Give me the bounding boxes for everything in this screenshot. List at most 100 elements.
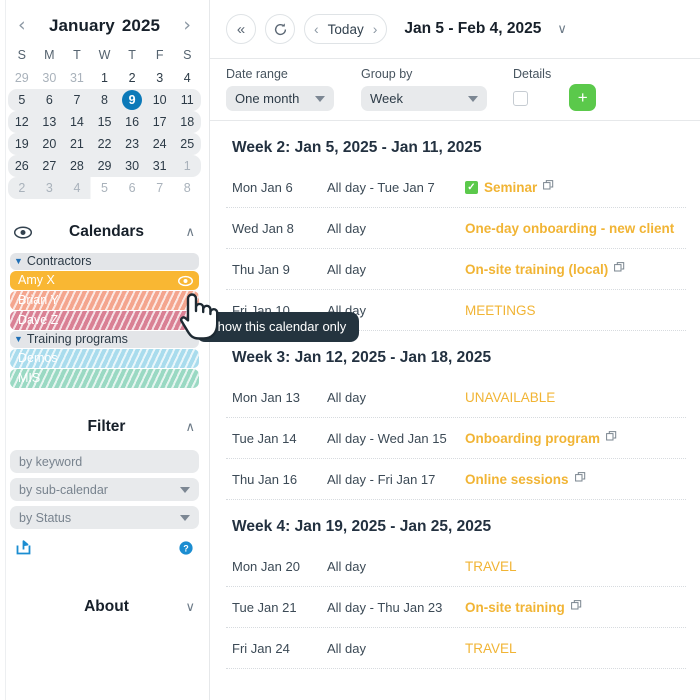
mini-calendar-day[interactable]: 21: [63, 133, 91, 155]
mini-calendar-day[interactable]: 1: [173, 155, 201, 177]
mini-calendar-day[interactable]: 27: [36, 155, 64, 177]
date-range-chevron-icon[interactable]: ∨: [557, 21, 567, 37]
mini-calendar-day[interactable]: 18: [173, 111, 201, 133]
filter-keyword-input[interactable]: by keyword: [10, 450, 199, 473]
mini-calendar-day[interactable]: 10: [146, 89, 174, 111]
today-navigation-group[interactable]: ‹ Today ›: [304, 14, 388, 44]
mini-calendar-day[interactable]: 12: [8, 111, 36, 133]
mini-calendar-day[interactable]: 6: [118, 177, 146, 199]
mini-calendar-day[interactable]: 29: [91, 155, 119, 177]
mini-calendar-day[interactable]: 2: [118, 67, 146, 89]
agenda-event-row[interactable]: Wed Jan 8 All day One-day onboarding - new…: [226, 208, 686, 249]
mini-calendar-day[interactable]: 15: [91, 111, 119, 133]
mini-calendar-day[interactable]: 26: [8, 155, 36, 177]
mini-calendar-day[interactable]: 29: [8, 67, 36, 89]
mini-calendar-day[interactable]: 30: [36, 67, 64, 89]
mini-calendar-day[interactable]: 5: [8, 89, 36, 111]
chevron-up-icon-filter[interactable]: ∧: [177, 419, 195, 435]
event-title[interactable]: On-site training (local): [465, 262, 625, 277]
calendar-group-header[interactable]: ▼ Training programs: [10, 331, 199, 348]
today-button[interactable]: Today: [328, 22, 364, 37]
event-title[interactable]: Onboarding program: [465, 431, 617, 446]
calendars-section-header[interactable]: Calendars ∧: [0, 215, 209, 249]
event-title[interactable]: One-day onboarding - new client: [465, 221, 674, 236]
mini-calendar-day[interactable]: 13: [36, 111, 64, 133]
prev-period-button[interactable]: ‹: [314, 21, 319, 37]
group-by-control: Group by Week: [361, 67, 487, 111]
event-title[interactable]: TRAVEL: [465, 641, 517, 656]
mini-calendar-day[interactable]: 6: [36, 89, 64, 111]
calendar-item[interactable]: Demos: [10, 349, 199, 368]
agenda-event-row[interactable]: Tue Jan 14 All day - Wed Jan 15 Onboarding…: [226, 418, 686, 459]
calendar-item[interactable]: Amy X: [10, 271, 199, 290]
date-range-select[interactable]: One month: [226, 86, 334, 111]
mini-calendar-day[interactable]: 24: [146, 133, 174, 155]
agenda-event-row[interactable]: Mon Jan 13 All day UNAVAILABLE: [226, 377, 686, 418]
mini-calendar-day[interactable]: 25: [173, 133, 201, 155]
mini-calendar-day[interactable]: 4: [63, 177, 91, 199]
agenda-event-row[interactable]: Tue Jan 21 All day - Thu Jan 23 On-site tr…: [226, 587, 686, 628]
eye-icon[interactable]: [14, 225, 36, 239]
mini-calendar-day[interactable]: 7: [146, 177, 174, 199]
mini-calendar-day[interactable]: 31: [63, 67, 91, 89]
mini-calendar-day-selected[interactable]: 9: [118, 89, 146, 111]
share-icon[interactable]: [16, 540, 32, 560]
chevron-up-icon[interactable]: ∧: [177, 224, 195, 240]
sidebar: ‹ January 2025 › SMTWTFS 29 30 31 1 2 3 4 5 6 7 8 9 1…: [0, 0, 210, 700]
calendar-item[interactable]: Dave Z: [10, 311, 199, 330]
calendar-group-header[interactable]: ▼ Contractors: [10, 253, 199, 270]
mini-calendar-day[interactable]: 20: [36, 133, 64, 155]
details-checkbox[interactable]: [513, 91, 528, 106]
event-title[interactable]: UNAVAILABLE: [465, 390, 555, 405]
agenda-event-row[interactable]: Thu Jan 16 All day - Fri Jan 17 Online ses…: [226, 459, 686, 500]
filter-subcalendar-select[interactable]: by sub-calendar: [10, 478, 199, 501]
event-title[interactable]: TRAVEL: [465, 559, 517, 574]
calendar-visibility-eye-icon[interactable]: [178, 275, 193, 286]
mini-calendar-prev-button[interactable]: ‹: [12, 14, 32, 37]
details-label: Details: [513, 67, 552, 81]
mini-calendar-day[interactable]: 19: [8, 133, 36, 155]
chevron-down-icon-about[interactable]: ∨: [177, 599, 195, 615]
filter-status-select[interactable]: by Status: [10, 506, 199, 529]
mini-calendar-dow: T: [73, 48, 81, 62]
about-section-header[interactable]: About ∨: [0, 590, 209, 624]
mini-calendar-day[interactable]: 8: [173, 177, 201, 199]
mini-calendar-day[interactable]: 7: [63, 89, 91, 111]
event-title[interactable]: On-site training: [465, 600, 582, 615]
event-title[interactable]: ✓ Seminar: [465, 180, 554, 195]
mini-calendar-day[interactable]: 1: [91, 67, 119, 89]
mini-calendar-day[interactable]: 30: [118, 155, 146, 177]
mini-calendar-day[interactable]: 14: [63, 111, 91, 133]
agenda-event-row[interactable]: Fri Jan 24 All day TRAVEL: [226, 628, 686, 669]
filter-section-header[interactable]: Filter ∧: [0, 410, 209, 444]
mini-calendar-header: ‹ January 2025 ›: [0, 0, 209, 43]
mini-calendar-day[interactable]: 28: [63, 155, 91, 177]
refresh-button[interactable]: [265, 14, 295, 44]
agenda-event-row[interactable]: Mon Jan 20 All day TRAVEL: [226, 546, 686, 587]
agenda-event-row[interactable]: Mon Jan 6 All day - Tue Jan 7 ✓ Seminar: [226, 167, 686, 208]
event-title[interactable]: Online sessions: [465, 472, 586, 487]
group-by-select[interactable]: Week: [361, 86, 487, 111]
mini-calendar-day[interactable]: 31: [146, 155, 174, 177]
mini-calendar-day[interactable]: 4: [173, 67, 201, 89]
event-title[interactable]: MEETINGS: [465, 303, 536, 318]
calendars-title: Calendars: [69, 223, 144, 240]
add-event-button[interactable]: +: [569, 84, 597, 111]
mini-calendar-day[interactable]: 22: [91, 133, 119, 155]
mini-calendar-day[interactable]: 16: [118, 111, 146, 133]
mini-calendar-day[interactable]: 3: [146, 67, 174, 89]
next-period-button[interactable]: ›: [373, 21, 378, 37]
agenda-event-row[interactable]: Thu Jan 9 All day On-site training (local): [226, 249, 686, 290]
mini-calendar-day[interactable]: 8: [91, 89, 119, 111]
mini-calendar-day[interactable]: 23: [118, 133, 146, 155]
calendar-item[interactable]: MIS: [10, 369, 199, 388]
mini-calendar-day[interactable]: 17: [146, 111, 174, 133]
help-icon[interactable]: ?: [179, 540, 193, 560]
calendar-item[interactable]: Brian Y: [10, 291, 199, 310]
mini-calendar-next-button[interactable]: ›: [177, 14, 197, 37]
mini-calendar-day[interactable]: 3: [36, 177, 64, 199]
mini-calendar-day[interactable]: 11: [173, 89, 201, 111]
collapse-sidebar-button[interactable]: «: [226, 14, 256, 44]
mini-calendar-day[interactable]: 2: [8, 177, 36, 199]
mini-calendar-day[interactable]: 5: [91, 177, 119, 199]
